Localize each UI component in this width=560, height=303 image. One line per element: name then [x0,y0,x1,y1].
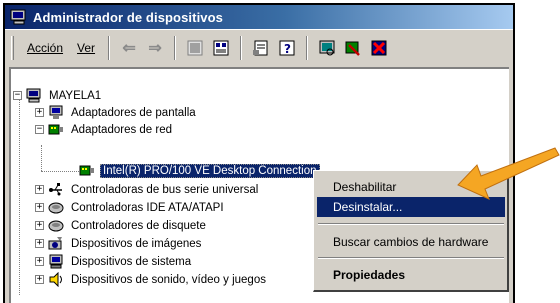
tree-item[interactable]: + Controladoras de bus serie universal [35,181,260,198]
properties-icon[interactable] [250,37,272,59]
back-arrow-icon[interactable]: ⇐ [118,37,140,59]
window-title: Administrador de dispositivos [33,9,223,25]
tree-item-label: Controladoras de bus serie universal [71,183,259,196]
tree-item[interactable]: + Dispositivos de sonido, vídeo y juegos [35,271,268,288]
tree-root-label: MAYELA1 [49,89,102,102]
toolbar-separator [174,35,177,60]
help-icon[interactable]: ? [276,37,298,59]
expand-toggle[interactable]: + [35,239,44,248]
device-manager-window: Administrador de dispositivos Acción Ver… [5,5,513,303]
tree-connector [19,95,20,295]
tree-item[interactable]: − Adaptadores de red [35,121,174,138]
tree-item-label: Dispositivos de imágenes [71,237,202,250]
camera-icon [48,236,64,251]
tree-item[interactable]: + Controladores de disquete [35,217,208,234]
sound-icon [48,271,64,288]
tree-connector [41,145,42,171]
computer-icon [26,88,42,103]
forward-arrow-icon[interactable]: ⇒ [144,37,166,59]
tree-root[interactable]: − MAYELA1 [13,87,103,104]
menu-item-propiedades[interactable]: Propiedades [317,265,505,285]
network-card-icon [79,163,95,178]
svg-text:?: ? [284,42,291,56]
toolbar-separator [240,35,243,60]
usb-icon [48,182,64,197]
tree-item-label: Dispositivos de sistema [71,255,192,268]
tree-connector [41,171,81,172]
floppy-controller-icon [48,218,64,233]
expand-toggle[interactable]: + [35,185,44,194]
toolbar-separator [108,35,111,60]
menu-ver[interactable]: Ver [70,39,102,57]
list-view-icon[interactable] [210,37,232,59]
tree-item-label: Controladores de disquete [71,219,206,232]
expand-toggle[interactable]: + [35,108,44,117]
expand-toggle[interactable]: + [35,275,44,284]
tree-item[interactable]: + Controladoras IDE ATA/ATAPI [35,199,226,216]
toolbar-separator [306,35,309,60]
tree-item-label: Dispositivos de sonido, vídeo y juegos [71,273,266,286]
tree-item[interactable]: + Dispositivos de sistema [35,253,193,270]
computer-icon [10,9,28,25]
expand-toggle[interactable]: + [35,221,44,230]
expand-toggle[interactable]: + [35,257,44,266]
disable-icon[interactable] [342,37,364,59]
menu-separator [318,257,504,259]
menu-toolbar: Acción Ver ⇐ ⇒ ? [5,29,513,65]
toolbar-grip[interactable] [11,35,14,60]
ide-controller-icon [48,200,64,215]
menu-accion[interactable]: Acción [20,39,70,57]
system-device-icon [48,254,64,269]
tree-item-label: Intel(R) PRO/100 VE Desktop Connection [100,163,320,178]
network-card-icon [48,122,64,137]
device-view-icon[interactable] [184,37,206,59]
title-bar[interactable]: Administrador de dispositivos [5,5,513,29]
tree-item-label: Adaptadores de red [71,123,173,136]
menu-item-buscar-cambios[interactable]: Buscar cambios de hardware [317,232,505,252]
tree-item[interactable]: + Dispositivos de imágenes [35,235,203,252]
tree-item-selected[interactable]: Intel(R) PRO/100 VE Desktop Connection [79,162,320,179]
collapse-toggle[interactable]: − [35,125,44,134]
uninstall-icon[interactable] [368,37,390,59]
tree-item[interactable]: + Adaptadores de pantalla [35,104,198,121]
tree-item-label: Adaptadores de pantalla [71,106,196,119]
scan-hardware-icon[interactable] [316,37,338,59]
tree-item-label: Controladoras IDE ATA/ATAPI [71,201,224,214]
monitor-icon [48,105,64,120]
menu-separator [318,223,504,225]
collapse-toggle[interactable]: − [13,91,22,100]
expand-toggle[interactable]: + [35,203,44,212]
callout-arrow-icon [457,147,560,200]
